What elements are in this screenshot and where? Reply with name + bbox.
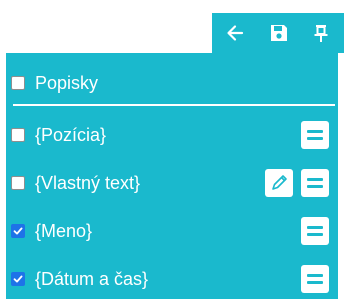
- check-icon: [13, 227, 23, 235]
- arrow-left-icon: [227, 25, 244, 41]
- toolbar: [212, 13, 344, 53]
- list-item[interactable]: {Dátum a čas}: [6, 261, 338, 297]
- floppy-disk-icon: [271, 25, 287, 41]
- pencil-icon: [272, 175, 287, 190]
- item-label: {Vlastný text}: [35, 173, 141, 193]
- drag-handle-icon: [307, 130, 323, 133]
- save-button[interactable]: [268, 22, 290, 44]
- item-checkbox[interactable]: [11, 176, 25, 190]
- drag-handle[interactable]: [301, 217, 329, 245]
- header-label: Popisky: [35, 73, 99, 93]
- divider: [13, 104, 335, 106]
- check-icon: [13, 275, 23, 283]
- item-label: {Meno}: [35, 221, 93, 241]
- drag-handle-icon: [307, 274, 323, 277]
- drag-handle-icon: [307, 178, 323, 181]
- list-item[interactable]: {Pozícia}: [6, 117, 338, 153]
- item-label: {Dátum a čas}: [35, 269, 149, 289]
- item-checkbox[interactable]: [11, 224, 25, 238]
- header-row[interactable]: Popisky: [6, 65, 338, 101]
- pushpin-icon: [314, 25, 328, 42]
- back-button[interactable]: [224, 22, 246, 44]
- drag-handle-icon: [307, 226, 323, 229]
- pin-button[interactable]: [310, 22, 332, 44]
- labels-panel: Popisky {Pozícia} {Vlastný text} {Meno}: [6, 53, 338, 299]
- drag-handle[interactable]: [301, 169, 329, 197]
- list-item[interactable]: {Meno}: [6, 213, 338, 249]
- drag-handle[interactable]: [301, 265, 329, 293]
- list-item[interactable]: {Vlastný text}: [6, 165, 338, 201]
- item-checkbox[interactable]: [11, 272, 25, 286]
- drag-handle[interactable]: [301, 121, 329, 149]
- item-checkbox[interactable]: [11, 128, 25, 142]
- edit-button[interactable]: [265, 169, 293, 197]
- header-checkbox[interactable]: [11, 76, 25, 90]
- item-label: {Pozícia}: [35, 125, 107, 145]
